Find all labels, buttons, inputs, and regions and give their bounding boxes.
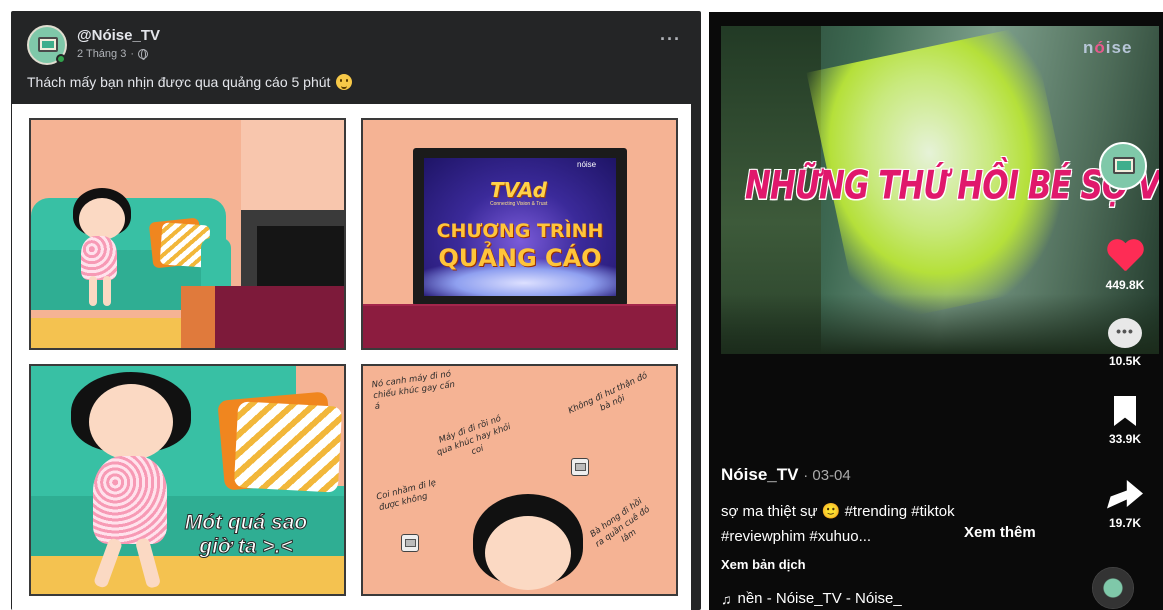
globe-icon [138,49,149,60]
speech-text-2: Máy đi đi rồi nó qua khúc hay khỏi coi [435,413,513,459]
music-info[interactable]: ♫ nền - Nóise_TV - Nóise_ [721,590,902,607]
girl-dress [93,456,167,544]
smiling-emoji-icon [336,74,353,90]
facebook-post: @Nóise_TV 2 Tháng 3 · ··· Thách mấy bạn … [11,11,701,610]
comic-image[interactable]: TVAd Connecting Vision & Trust CHƯƠNG TR… [12,104,691,610]
music-note-icon: ♫ [721,590,732,607]
tv-logo-icon [38,37,58,52]
like-count: 449.8K [1105,278,1145,292]
comic-panel-1 [29,118,346,350]
creator-name[interactable]: Nóise_TV · 03-04 [721,465,851,485]
meta-separator: · [130,48,135,60]
tvad-tagline: Connecting Vision & Trust [490,201,548,207]
heart-icon [1106,240,1144,274]
video-grass [721,294,1159,354]
speech-text-1: Nó canh máy đi nó chiếu khúc gay cấn á [371,369,456,413]
post-meta: 2 Tháng 3 · [77,48,149,60]
translate-button[interactable]: Xem bản dịch [721,557,806,572]
speech-text-5: Bà hong đi hồi ra quần cuê đó lâm [588,496,652,550]
tv-table [363,306,676,348]
girl-leg [103,276,111,306]
save-button[interactable]: 33.9K [1097,396,1153,446]
comic-panel-2: TVAd Connecting Vision & Trust CHƯƠNG TR… [361,118,678,350]
page-name[interactable]: @Nóise_TV [77,27,160,44]
tvad-logo: TVAd [490,178,547,202]
share-count: 19.7K [1108,516,1142,530]
post-header: @Nóise_TV 2 Tháng 3 · ··· [11,11,701,71]
girl-crying-face [485,516,571,590]
creator-username[interactable]: Nóise_TV [721,465,798,484]
girl-crying-face [89,384,173,460]
comic-panel-4: Nó canh máy đi nó chiếu khúc gay cấn á M… [361,364,678,596]
video-watermark: nóise [1083,38,1133,57]
post-date: · 03-04 [803,467,851,484]
tv-screen-back [257,226,344,286]
video-player[interactable]: nóise NHỮNG THỨ HỒI BÉ SỢ VL SỰ [721,26,1159,354]
tv-screen: TVAd Connecting Vision & Trust CHƯƠNG TR… [424,158,616,296]
comic-panel-3: Mót quá sao giờ ta >.< [29,364,346,596]
video-overlay-text: NHỮNG THỨ HỒI BÉ SỢ VL SỰ [745,163,1159,209]
zigzag-pillow [233,401,343,493]
floor [31,556,344,594]
bookmark-icon [1114,396,1136,426]
tv-brand-watermark: nóise [577,160,597,169]
like-button[interactable]: 449.8K [1097,240,1153,292]
speech-text-4: Coi nhầm đi lẹ được không [375,477,438,514]
girl-face [79,198,125,240]
tiktok-video-view: nóise NHỮNG THỨ HỒI BÉ SỢ VL SỰ 449.8K 1… [709,12,1163,610]
comment-icon [1108,318,1142,348]
creator-avatar[interactable] [1099,142,1147,190]
description-line-1: sợ ma thiệt sự 🙂 #trending #tiktok [721,503,955,520]
post-date[interactable]: 2 Tháng 3 [77,48,126,60]
mini-tv-icon [571,458,589,476]
save-count: 33.9K [1108,432,1142,446]
comment-count: 10.5K [1108,354,1142,368]
online-status-icon [56,54,66,64]
speech-text-3: Không đi hư thận đó bà nội [566,370,650,417]
girl-leg [89,276,97,306]
caption-text: Thách mấy bạn nhịn được qua quảng cáo 5 … [27,74,331,90]
tv-stand-side [181,286,215,348]
post-caption: Thách mấy bạn nhịn được qua quảng cáo 5 … [27,74,353,90]
comment-button[interactable]: 10.5K [1097,318,1153,368]
share-button[interactable]: 19.7K [1097,480,1153,530]
tv-logo-icon [1113,157,1135,174]
music-title: nền - Nóise_TV - Nóise_ [737,590,902,607]
more-options-button[interactable]: ··· [660,29,681,50]
panel-caption: Mót quá sao giờ ta >.< [184,511,308,559]
program-title-line1: CHƯƠNG TRÌNH [436,220,604,242]
music-disc-icon[interactable] [1092,567,1134,609]
wall [241,120,344,210]
program-title-line2: QUẢNG CÁO [438,244,602,272]
mini-tv-icon [401,534,419,552]
share-icon [1107,480,1143,509]
girl-dress [81,236,117,280]
see-more-button[interactable]: Xem thêm [964,524,1036,541]
